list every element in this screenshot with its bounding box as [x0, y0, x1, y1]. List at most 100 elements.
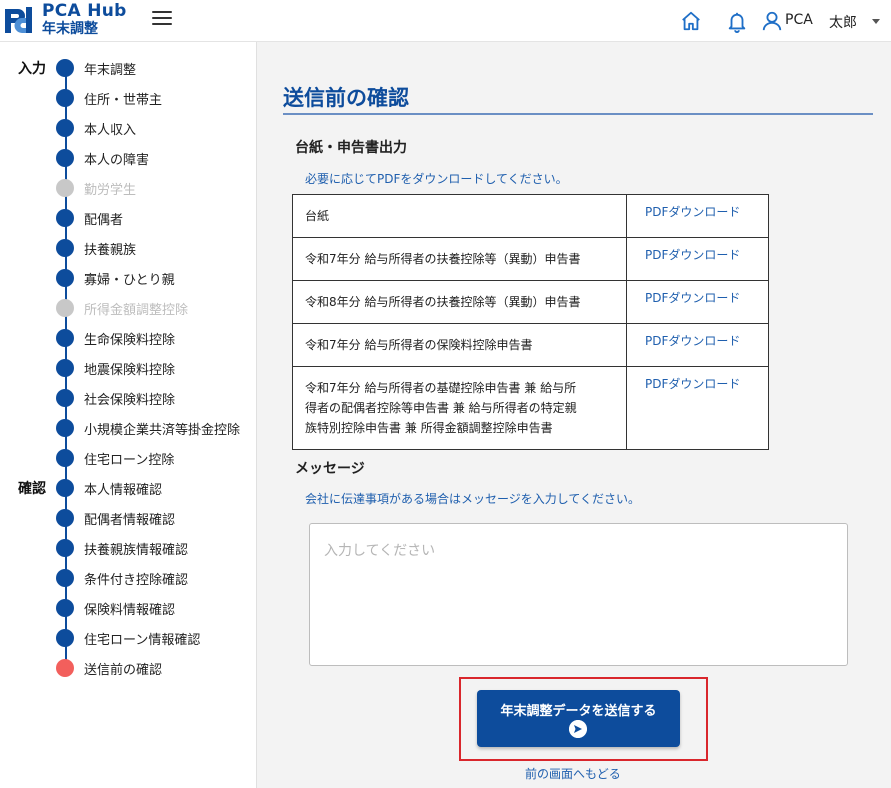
sidebar-step-label: 扶養親族	[84, 242, 137, 258]
step-status-dot	[56, 509, 74, 527]
sidebar-step: 所得金額調整控除	[56, 298, 188, 318]
sidebar-step[interactable]: 住所・世帯主	[56, 88, 162, 108]
sidebar-step-label: 生命保険料控除	[84, 332, 176, 348]
brand-subtitle: 年末調整	[42, 21, 98, 37]
sidebar-step[interactable]: 本人の障害	[56, 148, 149, 168]
main-content: 送信前の確認 台紙・申告書出力 必要に応じてPDFをダウンロードしてください。 …	[257, 42, 891, 788]
sidebar-step-label: 住所・世帯主	[84, 92, 163, 108]
sidebar-step[interactable]: 社会保険料控除	[56, 388, 175, 408]
sidebar-step[interactable]: 小規模企業共済等掛金控除	[56, 418, 240, 438]
sidebar-step-label: 住宅ローン控除	[84, 452, 175, 468]
submit-button-label: 年末調整データを送信する	[500, 704, 657, 719]
pdf-download-link[interactable]: PDFダウンロード	[645, 377, 740, 391]
download-cell: PDFダウンロード	[626, 323, 769, 367]
step-status-dot	[56, 59, 74, 77]
step-status-dot	[56, 119, 74, 137]
pdf-download-link[interactable]: PDFダウンロード	[645, 334, 740, 348]
sidebar-step[interactable]: 本人収入	[56, 118, 136, 138]
download-cell: PDFダウンロード	[626, 366, 769, 450]
sidebar-step[interactable]: 生命保険料控除	[56, 328, 175, 348]
step-sidebar: 入力 確認 年末調整 住所・世帯主 本人収入 本人の障害 勤労学生 配偶者 扶養親族 寡婦・ひ…	[0, 42, 257, 788]
sidebar-step[interactable]: 寡婦・ひとり親	[56, 268, 175, 288]
document-name-cell: 令和7年分 給与所得者の保険料控除申告書	[292, 323, 627, 367]
app-header: PCA Hub 年末調整 PCA 太郎	[0, 0, 891, 42]
pca-logo-icon	[5, 7, 32, 33]
document-name-line: 令和8年分 給与所得者の扶養控除等（異動）申告書	[305, 295, 581, 309]
table-row: 令和7年分 給与所得者の基礎控除申告書 兼 給与所 得者の配偶者控除等申告書 兼 …	[292, 366, 769, 450]
step-status-dot	[56, 299, 74, 317]
sidebar-step[interactable]: 送信前の確認	[56, 658, 162, 678]
download-cell: PDFダウンロード	[626, 280, 769, 324]
step-status-dot	[56, 569, 74, 587]
sidebar-step-label: 年末調整	[84, 62, 137, 78]
step-status-dot	[56, 629, 74, 647]
pdf-download-link[interactable]: PDFダウンロード	[645, 248, 740, 262]
sidebar-step-label: 勤労学生	[84, 182, 137, 198]
sidebar-step-label: 送信前の確認	[84, 662, 163, 678]
sidebar-step[interactable]: 本人情報確認	[56, 478, 162, 498]
document-name-cell: 台紙	[292, 194, 627, 238]
sidebar-step-label: 配偶者情報確認	[84, 512, 176, 528]
step-status-dot	[56, 269, 74, 287]
document-name-line: 令和7年分 給与所得者の基礎控除申告書 兼 給与所	[305, 381, 577, 395]
step-status-dot	[56, 149, 74, 167]
step-status-dot	[56, 329, 74, 347]
sidebar-step-label: 条件付き控除確認	[84, 572, 189, 588]
sidebar-step-label: 所得金額調整控除	[84, 302, 189, 318]
hamburger-menu-icon[interactable]	[152, 11, 172, 29]
sidebar-step[interactable]: 配偶者	[56, 208, 123, 228]
sidebar-step-label: 住宅ローン情報確認	[84, 632, 201, 648]
confirm-section-label: 確認	[18, 481, 46, 497]
docs-section-title: 台紙・申告書出力	[295, 140, 407, 156]
document-name-cell: 令和7年分 給与所得者の基礎控除申告書 兼 給与所 得者の配偶者控除等申告書 兼 …	[292, 366, 627, 450]
home-icon[interactable]	[680, 10, 702, 32]
sidebar-step[interactable]: 年末調整	[56, 58, 136, 78]
sidebar-step[interactable]: 配偶者情報確認	[56, 508, 175, 528]
page-title: 送信前の確認	[283, 86, 409, 110]
document-name-cell: 令和7年分 給与所得者の扶養控除等（異動）申告書	[292, 237, 627, 281]
sidebar-step[interactable]: 地震保険料控除	[56, 358, 175, 378]
sidebar-step-label: 小規模企業共済等掛金控除	[84, 422, 241, 438]
title-divider	[283, 113, 873, 115]
sidebar-step-label: 配偶者	[84, 212, 124, 228]
user-icon[interactable]	[761, 10, 783, 32]
submit-data-button[interactable]: 年末調整データを送信する	[477, 690, 680, 747]
sidebar-step[interactable]: 扶養親族	[56, 238, 136, 258]
documents-table: 台紙 PDFダウンロード 令和7年分 給与所得者の扶養控除等（異動）申告書 PDFダウ…	[292, 194, 769, 450]
sidebar-step-label: 本人情報確認	[84, 482, 163, 498]
back-link[interactable]: 前の画面へもどる	[525, 765, 621, 782]
pdf-download-link[interactable]: PDFダウンロード	[645, 205, 740, 219]
pdf-download-link[interactable]: PDFダウンロード	[645, 291, 740, 305]
document-name-line: 令和7年分 給与所得者の扶養控除等（異動）申告書	[305, 252, 581, 266]
table-row: 令和7年分 給与所得者の保険料控除申告書 PDFダウンロード	[292, 323, 769, 367]
user-company: PCA	[785, 12, 813, 28]
message-section-note: 会社に伝達事項がある場合はメッセージを入力してください。	[305, 492, 641, 506]
step-status-dot	[56, 599, 74, 617]
sidebar-step[interactable]: 住宅ローン情報確認	[56, 628, 200, 648]
document-name-line: 台紙	[305, 209, 330, 223]
step-status-dot	[56, 659, 74, 677]
document-name-line: 族特別控除申告書 兼 所得金額調整控除申告書	[305, 421, 553, 435]
sidebar-step-label: 本人の障害	[84, 152, 150, 168]
docs-section-note: 必要に応じてPDFをダウンロードしてください。	[305, 172, 568, 186]
document-name-line: 得者の配偶者控除等申告書 兼 給与所得者の特定親	[305, 401, 577, 415]
sidebar-step[interactable]: 条件付き控除確認	[56, 568, 188, 588]
table-row: 令和8年分 給与所得者の扶養控除等（異動）申告書 PDFダウンロード	[292, 280, 769, 324]
sidebar-step[interactable]: 保険料情報確認	[56, 598, 175, 618]
step-status-dot	[56, 389, 74, 407]
step-status-dot	[56, 479, 74, 497]
sidebar-step-label: 社会保険料控除	[84, 392, 176, 408]
step-status-dot	[56, 359, 74, 377]
message-input[interactable]	[309, 523, 848, 666]
bell-icon[interactable]	[726, 10, 748, 34]
sidebar-step-label: 地震保険料控除	[84, 362, 176, 378]
message-section-title: メッセージ	[295, 461, 365, 477]
sidebar-step[interactable]: 扶養親族情報確認	[56, 538, 188, 558]
step-status-dot	[56, 239, 74, 257]
table-row: 令和7年分 給与所得者の扶養控除等（異動）申告書 PDFダウンロード	[292, 237, 769, 281]
document-name-cell: 令和8年分 給与所得者の扶養控除等（異動）申告書	[292, 280, 627, 324]
download-cell: PDFダウンロード	[626, 194, 769, 238]
step-status-dot	[56, 89, 74, 107]
sidebar-step[interactable]: 住宅ローン控除	[56, 448, 174, 468]
caret-down-icon[interactable]	[872, 19, 880, 24]
